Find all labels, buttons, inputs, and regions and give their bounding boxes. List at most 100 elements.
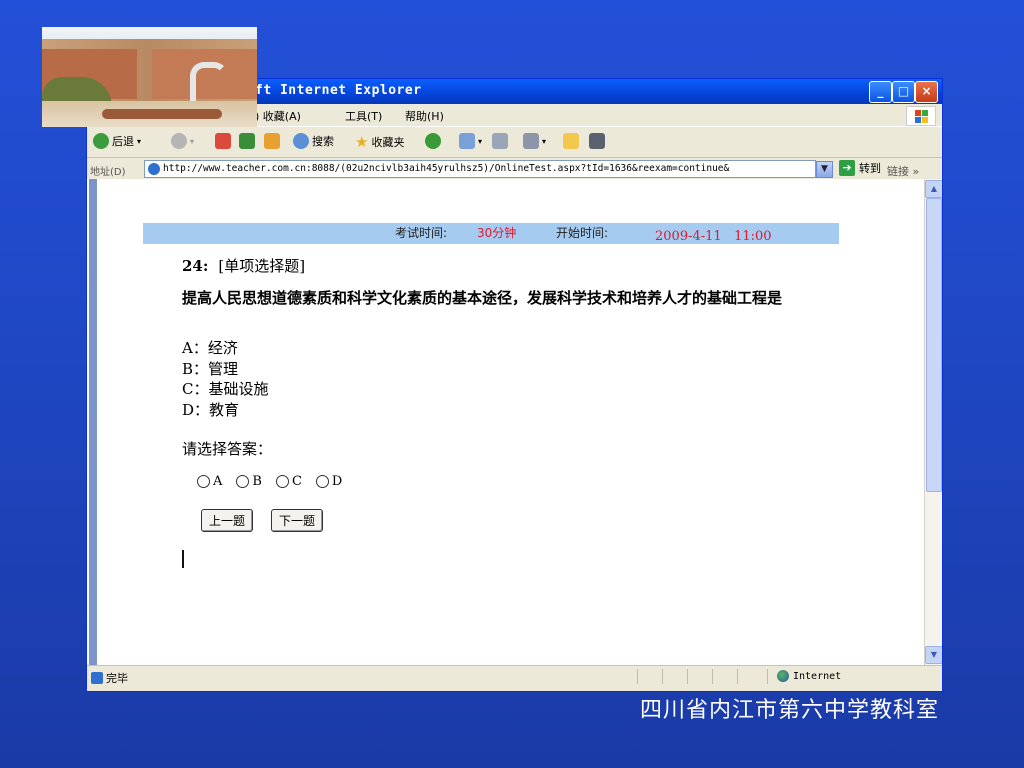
next-question-button[interactable]: 下一题 (271, 509, 324, 532)
exam-time-label: 考试时间: (395, 226, 448, 240)
links-button[interactable]: 链接 » (887, 163, 919, 179)
radio-d-circle[interactable] (315, 475, 329, 488)
radio-b-label: B (252, 474, 262, 489)
window-title: ft Internet Explorer (255, 83, 422, 98)
menu-tools[interactable]: 工具(T) (345, 108, 382, 124)
answer-radio-group: A B C D (197, 474, 342, 489)
forward-arrow-icon (171, 133, 187, 149)
chevron-down-icon: ▾ (478, 136, 483, 146)
menu-help[interactable]: 帮助(H) (405, 108, 444, 124)
scroll-up-button[interactable]: ▲ (925, 180, 942, 198)
stop-icon (215, 133, 231, 149)
go-label: 转到 (859, 162, 881, 175)
chevron-down-icon: ▾ (190, 136, 195, 146)
minimize-button[interactable]: _ (869, 81, 892, 103)
option-a: A：经济 (182, 339, 238, 357)
page-done-icon (91, 672, 103, 684)
windows-logo-icon (906, 106, 936, 126)
history-icon (425, 133, 441, 149)
status-done: 完毕 (91, 670, 128, 686)
exam-time-value: 30分钟 (477, 226, 517, 240)
radio-d[interactable]: D (315, 474, 343, 489)
page-viewport: 考试时间: 30分钟 开始时间: 2009-4-11 11:00 24: [单项选… (87, 179, 942, 665)
answer-options: A：经济 B：管理 C：基础设施 D：教育 (182, 338, 268, 420)
favorites-label: 收藏夹 (371, 136, 405, 149)
address-dropdown-button[interactable]: ▼ (816, 161, 833, 178)
search-button[interactable]: 搜索 (293, 133, 334, 149)
zone-label: Internet (793, 670, 842, 682)
radio-a[interactable]: A (197, 474, 222, 489)
radio-a-circle[interactable] (197, 475, 210, 488)
address-bar: 地址(D) http://www.teacher.com.cn:8088/(02… (87, 158, 942, 180)
folder-button[interactable] (563, 133, 579, 149)
search-label: 搜索 (312, 135, 334, 148)
start-time-label: 开始时间: (556, 226, 609, 240)
radio-a-label: A (213, 474, 223, 489)
radio-b[interactable]: B (236, 474, 262, 489)
globe-icon (777, 670, 789, 682)
back-arrow-icon (93, 133, 109, 149)
start-time-value: 2009-4-11 11:00 (655, 229, 772, 244)
status-text: 完毕 (106, 672, 128, 685)
answer-prompt: 请选择答案： (182, 440, 273, 458)
navigation-buttons: 上一题 下一题 (201, 509, 324, 532)
prev-question-button[interactable]: 上一题 (201, 509, 254, 532)
forward-button[interactable]: ▾ (171, 133, 194, 149)
radio-c-label: C (291, 474, 302, 489)
home-icon (264, 133, 280, 149)
close-button[interactable]: × (915, 81, 938, 103)
scroll-thumb[interactable] (926, 198, 942, 492)
mail-button[interactable]: ▾ (459, 133, 482, 149)
address-label: 地址(D) (90, 167, 126, 178)
option-d: D：教育 (182, 400, 240, 419)
school-photo (42, 27, 257, 127)
research-icon (589, 133, 605, 149)
status-bar: 完毕 Internet (87, 665, 942, 687)
edit-button[interactable]: ▾ (523, 133, 546, 149)
slide-footer: 四川省内江市第六中学教科室 (639, 698, 939, 723)
print-icon (492, 133, 508, 149)
menu-favorites[interactable]: ) 收藏(A) (255, 108, 301, 124)
question-text: 提高人民思想道德素质和科学文化素质的基本途径，发展科学技术和培养人才的基础工程是 (182, 289, 783, 307)
back-button[interactable]: 后退 ▾ (93, 133, 141, 149)
standard-toolbar: 后退 ▾ ▾ 搜索 ★ 收藏夹 ▾ ▾ (87, 126, 942, 158)
home-button[interactable] (264, 133, 280, 149)
option-b: B：管理 (182, 359, 239, 378)
mail-icon (459, 133, 475, 149)
radio-d-label: D (331, 474, 343, 489)
ie-window: ft Internet Explorer _ □ × ) 收藏(A) 工具(T)… (86, 78, 943, 692)
question-number: 24: (182, 257, 209, 275)
back-label: 后退 (112, 135, 134, 148)
radio-b-circle[interactable] (236, 475, 250, 488)
research-button[interactable] (589, 133, 605, 149)
refresh-button[interactable] (239, 133, 255, 149)
chevron-down-icon: ▾ (542, 136, 547, 146)
radio-c-circle[interactable] (275, 475, 289, 488)
status-divider (687, 669, 688, 684)
scroll-down-button[interactable]: ▼ (925, 646, 942, 664)
print-button[interactable] (492, 133, 508, 149)
search-icon (293, 133, 309, 149)
favorites-button[interactable]: ★ 收藏夹 (355, 133, 404, 151)
text-cursor (182, 550, 184, 568)
status-divider (767, 669, 768, 684)
edit-icon (523, 133, 539, 149)
go-button[interactable]: ➔ 转到 (839, 160, 881, 176)
address-input[interactable]: http://www.teacher.com.cn:8088/(02u2nciv… (144, 160, 816, 178)
radio-c[interactable]: C (275, 474, 302, 489)
star-icon: ★ (355, 133, 369, 151)
go-arrow-icon: ➔ (839, 160, 855, 176)
question-header: 24: [单项选择题] (182, 255, 305, 276)
vertical-scrollbar[interactable]: ▲ ▼ (924, 179, 942, 665)
question-type: [单项选择题] (218, 257, 306, 275)
status-divider (712, 669, 713, 684)
folder-icon (563, 133, 579, 149)
ie-page-icon (148, 162, 160, 175)
status-divider (637, 669, 638, 684)
chevron-down-icon: ▾ (137, 136, 142, 146)
history-button[interactable] (425, 133, 441, 149)
stop-button[interactable] (215, 133, 231, 149)
exam-info-bar: 考试时间: 30分钟 开始时间: 2009-4-11 11:00 (143, 223, 839, 244)
maximize-button[interactable]: □ (892, 81, 915, 103)
address-url: http://www.teacher.com.cn:8088/(02u2nciv… (163, 163, 730, 174)
